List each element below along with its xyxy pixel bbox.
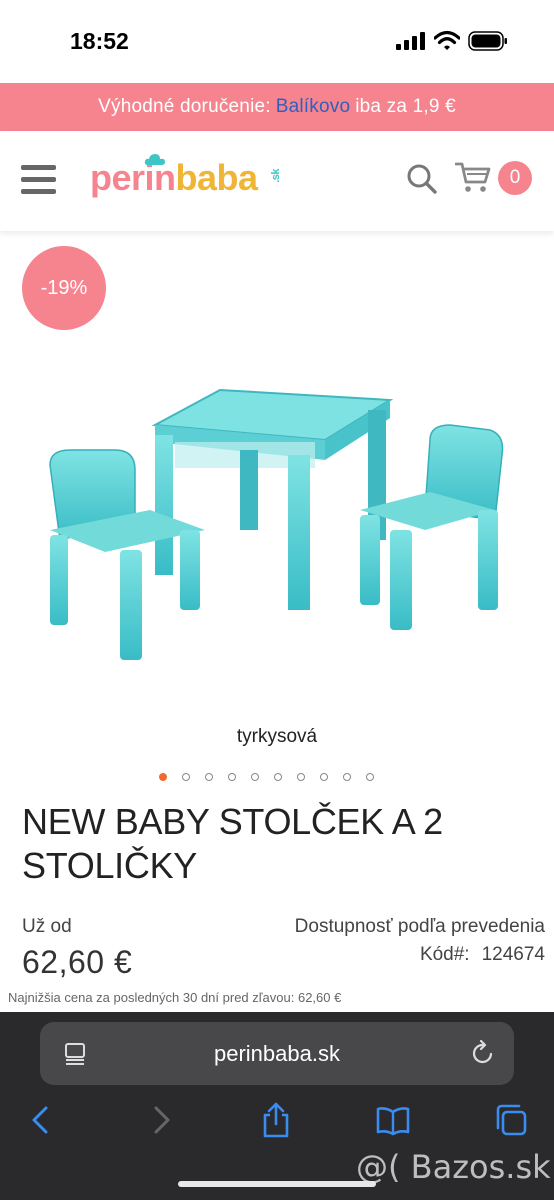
- tabs-icon[interactable]: [494, 1102, 528, 1138]
- forward-icon[interactable]: [144, 1102, 178, 1138]
- promo-prefix: Výhodné doručenie:: [98, 96, 271, 117]
- bookmarks-icon[interactable]: [376, 1102, 410, 1138]
- promo-suffix: iba za 1,9 €: [355, 96, 456, 117]
- product-price: 62,60 €: [22, 944, 133, 980]
- gallery-dot[interactable]: [205, 773, 213, 781]
- discount-badge: -19%: [22, 246, 106, 330]
- reload-icon[interactable]: [471, 1040, 495, 1066]
- gallery-dots: [159, 773, 374, 785]
- address-bar-url[interactable]: perinbaba.sk: [40, 1022, 514, 1085]
- gallery-dot[interactable]: [274, 773, 282, 781]
- logo-tld: .sk: [270, 169, 282, 183]
- wifi-icon: [434, 30, 460, 50]
- gallery-dot[interactable]: [182, 773, 190, 781]
- availability-text: Dostupnosť podľa prevedenia: [294, 916, 545, 937]
- back-icon[interactable]: [24, 1102, 58, 1138]
- reader-icon[interactable]: [64, 1042, 86, 1066]
- status-time: 18:52: [70, 28, 129, 54]
- promo-banner[interactable]: Výhodné doručenie: Balíkovo iba za 1,9 €: [0, 83, 554, 131]
- bazos-watermark: @( Bazos.sk: [356, 1148, 551, 1186]
- lowest-price-note: Najnižšia cena za posledných 30 dní pred…: [8, 990, 342, 1005]
- home-indicator[interactable]: [178, 1181, 376, 1187]
- logo-part-baba: baba: [175, 157, 259, 198]
- product-image[interactable]: [30, 380, 510, 680]
- hamburger-icon[interactable]: [21, 165, 56, 195]
- product-title: NEW BABY STOLČEK A 2 STOLIČKY: [22, 801, 443, 886]
- price-prefix: Už od: [22, 916, 72, 937]
- gallery-dot[interactable]: [320, 773, 328, 781]
- promo-highlight: Balíkovo: [275, 96, 351, 117]
- product-variant: tyrkysová: [236, 726, 318, 747]
- battery-icon: [468, 31, 507, 51]
- gallery-dot[interactable]: [366, 773, 374, 781]
- gallery-dot[interactable]: [251, 773, 259, 781]
- share-icon[interactable]: [259, 1102, 293, 1138]
- product-code-value: 124674: [481, 944, 545, 965]
- product-code: Kód#: 124674: [420, 944, 545, 966]
- gallery-dot[interactable]: [297, 773, 305, 781]
- cloud-icon: [144, 154, 165, 165]
- cart-count-badge[interactable]: 0: [498, 161, 532, 195]
- gallery-dot[interactable]: [228, 773, 236, 781]
- signal-icon: [396, 32, 425, 50]
- gallery-dot[interactable]: [159, 773, 167, 781]
- site-logo[interactable]: perinbaba .sk: [90, 157, 282, 199]
- search-icon[interactable]: [406, 163, 438, 195]
- gallery-dot[interactable]: [343, 773, 351, 781]
- cart-icon[interactable]: [455, 160, 493, 194]
- product-code-label: Kód#:: [419, 944, 470, 965]
